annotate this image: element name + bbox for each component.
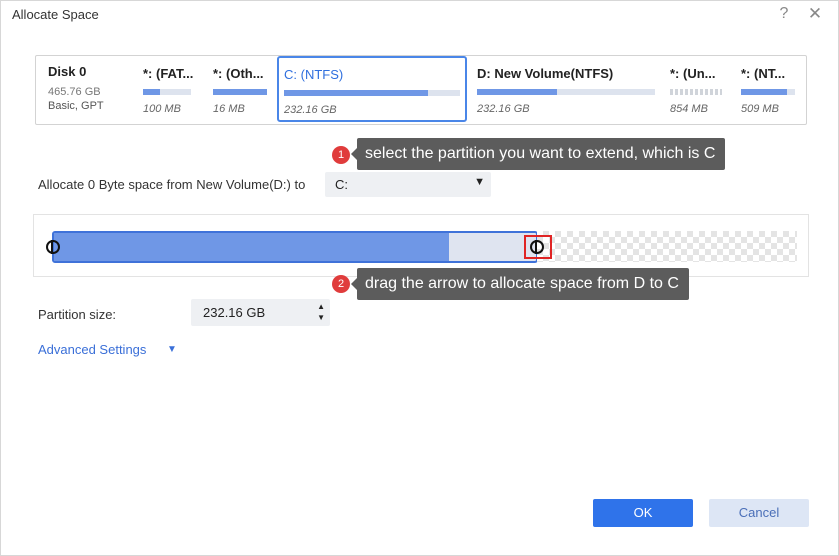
partition-size: 854 MB xyxy=(670,103,708,115)
disk-info: Disk 0 465.76 GB Basic, GPT xyxy=(48,64,138,113)
ok-button[interactable]: OK xyxy=(593,499,693,527)
partition-usage-bar xyxy=(143,89,191,95)
allocate-label: Allocate 0 Byte space from New Volume(D:… xyxy=(38,177,306,192)
partition-ntfs-recovery[interactable]: *: (NT... 509 MB xyxy=(741,56,799,122)
cancel-button[interactable]: Cancel xyxy=(709,499,809,527)
close-icon[interactable]: ✕ xyxy=(802,3,828,25)
target-partition-value: C: xyxy=(335,177,348,192)
chevron-down-icon[interactable]: ▼ xyxy=(167,344,177,355)
title-bar: Allocate Space ? ✕ xyxy=(1,1,838,29)
partition-usage-bar xyxy=(477,89,655,95)
partition-unallocated[interactable]: *: (Un... 854 MB xyxy=(670,56,725,122)
partition-other[interactable]: *: (Oth... 16 MB xyxy=(213,56,271,122)
partition-size-stepper[interactable]: 232.16 GB ▲ ▼ xyxy=(191,299,330,326)
disk-capacity: 465.76 GB xyxy=(48,86,101,98)
partition-usage-fill xyxy=(213,89,267,95)
increment-icon[interactable]: ▲ xyxy=(317,302,325,311)
partition-usage-fill xyxy=(143,89,160,95)
disk-name: Disk 0 xyxy=(48,64,87,79)
partition-size: 232.16 GB xyxy=(284,104,337,116)
step-1-tooltip: select the partition you want to extend,… xyxy=(350,138,726,170)
partition-size: 232.16 GB xyxy=(477,103,530,115)
left-resize-handle-icon[interactable] xyxy=(46,240,60,254)
partition-usage-bar xyxy=(670,89,722,95)
partition-size-value: 232.16 GB xyxy=(203,305,266,320)
right-resize-handle-icon[interactable] xyxy=(530,240,544,254)
disk-type: Basic, GPT xyxy=(48,100,104,112)
partition-usage-bar xyxy=(213,89,267,95)
partition-size: 100 MB xyxy=(143,103,181,115)
step-2-tooltip: drag the arrow to allocate space from D … xyxy=(351,268,689,300)
partition-usage-bar xyxy=(284,90,460,96)
allocate-space-dialog: Allocate Space ? ✕ Disk 0 465.76 GB Basi… xyxy=(0,0,839,556)
unallocated-space xyxy=(537,231,797,262)
target-partition-select[interactable]: C: ▼ xyxy=(325,172,491,197)
decrement-icon[interactable]: ▼ xyxy=(317,313,325,322)
dialog-title: Allocate Space xyxy=(12,7,99,22)
partition-label: *: (Un... xyxy=(670,66,716,81)
partition-c[interactable]: C: (NTFS) 232.16 GB xyxy=(277,56,467,122)
partition-size: 509 MB xyxy=(741,103,779,115)
dropdown-arrow-icon: ▼ xyxy=(474,176,485,188)
partition-fat[interactable]: *: (FAT... 100 MB xyxy=(143,56,201,122)
step-2-badge: 2 xyxy=(332,275,350,293)
partition-used-fill xyxy=(54,233,450,261)
advanced-settings-link[interactable]: Advanced Settings xyxy=(38,342,146,357)
partition-size-label: Partition size: xyxy=(38,307,117,322)
partition-size: 16 MB xyxy=(213,103,245,115)
disk-map: Disk 0 465.76 GB Basic, GPT *: (FAT... 1… xyxy=(35,55,807,125)
partition-resize-track[interactable] xyxy=(52,231,538,263)
partition-label: *: (FAT... xyxy=(143,66,194,81)
partition-usage-bar xyxy=(741,89,795,95)
partition-label: *: (Oth... xyxy=(213,66,264,81)
step-1-badge: 1 xyxy=(332,146,350,164)
partition-usage-fill xyxy=(284,90,429,96)
partition-label: D: New Volume(NTFS) xyxy=(477,66,614,81)
partition-usage-fill xyxy=(741,89,787,95)
partition-label: C: (NTFS) xyxy=(284,67,344,82)
partition-d[interactable]: D: New Volume(NTFS) 232.16 GB xyxy=(477,56,657,122)
help-icon[interactable]: ? xyxy=(771,3,797,25)
partition-label: *: (NT... xyxy=(741,66,786,81)
partition-usage-fill xyxy=(477,89,558,95)
